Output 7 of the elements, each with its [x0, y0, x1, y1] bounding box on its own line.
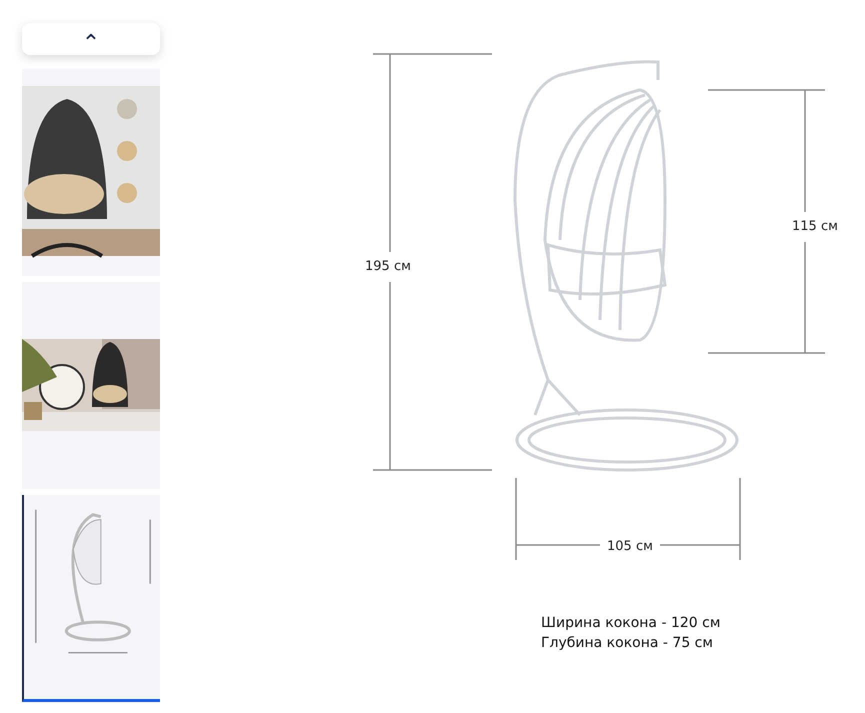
caption-line: Глубина кокона - 75 см — [541, 635, 713, 651]
dimension-label: 195 см — [365, 259, 411, 274]
dimension-label: 105 см — [607, 539, 653, 554]
caption-line: Ширина кокона - 120 см — [541, 615, 720, 631]
scroll-up-button[interactable]: ⌃ — [22, 23, 160, 55]
dimension-label: 115 см — [792, 219, 838, 234]
thumbnail[interactable] — [22, 495, 160, 702]
